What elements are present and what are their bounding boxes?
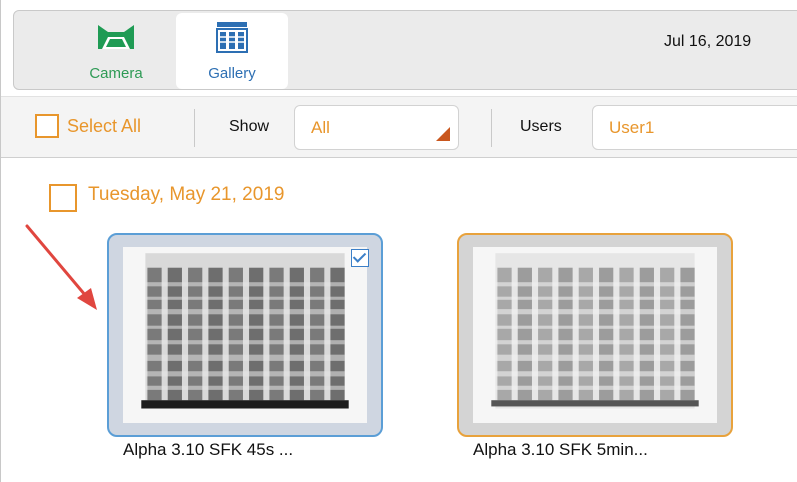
top-navigation: Camera Gallery Jul 16, 2019 [13, 10, 797, 90]
dropdown-arrow-icon [436, 127, 450, 141]
toolbar-divider [491, 109, 492, 147]
users-label: Users [520, 118, 562, 135]
gallery-icon [216, 21, 248, 58]
show-dropdown[interactable]: All [294, 105, 459, 150]
gallery-tab-label: Gallery [208, 65, 256, 82]
current-date: Jul 16, 2019 [664, 33, 752, 50]
camera-tab-label: Camera [89, 65, 143, 82]
filter-toolbar: Select All Show All Users User1 [1, 96, 797, 158]
gel-image [473, 247, 717, 423]
show-dropdown-value: All [311, 118, 330, 137]
date-group-checkbox[interactable] [49, 184, 77, 212]
gallery-thumbnail[interactable] [457, 233, 733, 437]
gel-image [123, 247, 367, 423]
toolbar-divider [194, 109, 195, 147]
gallery-thumbnail[interactable] [107, 233, 383, 437]
users-field[interactable]: User1 [592, 105, 797, 150]
camera-tab[interactable]: Camera [60, 13, 172, 89]
camera-icon [96, 21, 136, 60]
show-label: Show [229, 118, 270, 135]
gallery-window: Camera Gallery Jul 16, 2019 Select All S… [0, 0, 797, 482]
date-group-label: Tuesday, May 21, 2019 [88, 184, 285, 205]
users-field-value: User1 [609, 118, 655, 137]
select-all-checkbox[interactable] [35, 114, 59, 138]
selected-checkmark-icon[interactable] [351, 249, 369, 267]
gallery-tab[interactable]: Gallery [176, 13, 288, 89]
thumbnail-caption: Alpha 3.10 SFK 5min... [473, 440, 648, 459]
red-arrow-annotation [25, 224, 97, 310]
select-all-label[interactable]: Select All [67, 116, 163, 137]
thumbnail-caption: Alpha 3.10 SFK 45s ... [123, 440, 294, 459]
